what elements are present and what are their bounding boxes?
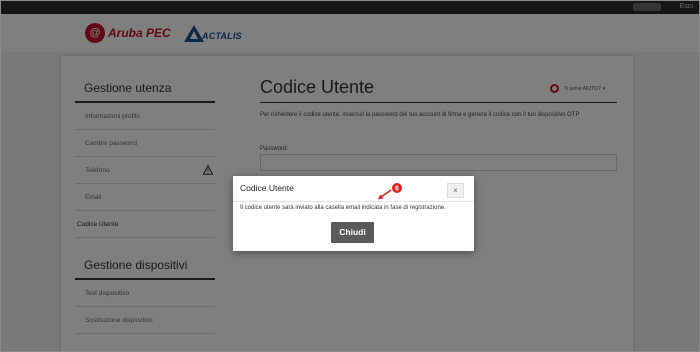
dialog-message: Il codice utente sarà inviato alla casel… <box>240 205 446 211</box>
dialog-divider <box>233 201 474 202</box>
step-marker-annotation: 6 <box>378 183 402 200</box>
screenshot-frame: Esci @ Aruba PEC ACTALIS Gestione utenza… <box>0 0 700 352</box>
dialog-title: Codice Utente <box>240 183 294 193</box>
step-number: 6 <box>395 186 399 193</box>
close-icon[interactable]: × <box>447 183 464 198</box>
chiudi-button[interactable]: Chiudi <box>331 222 374 243</box>
codice-utente-dialog: Codice Utente × Il codice utente sarà in… <box>233 176 474 251</box>
